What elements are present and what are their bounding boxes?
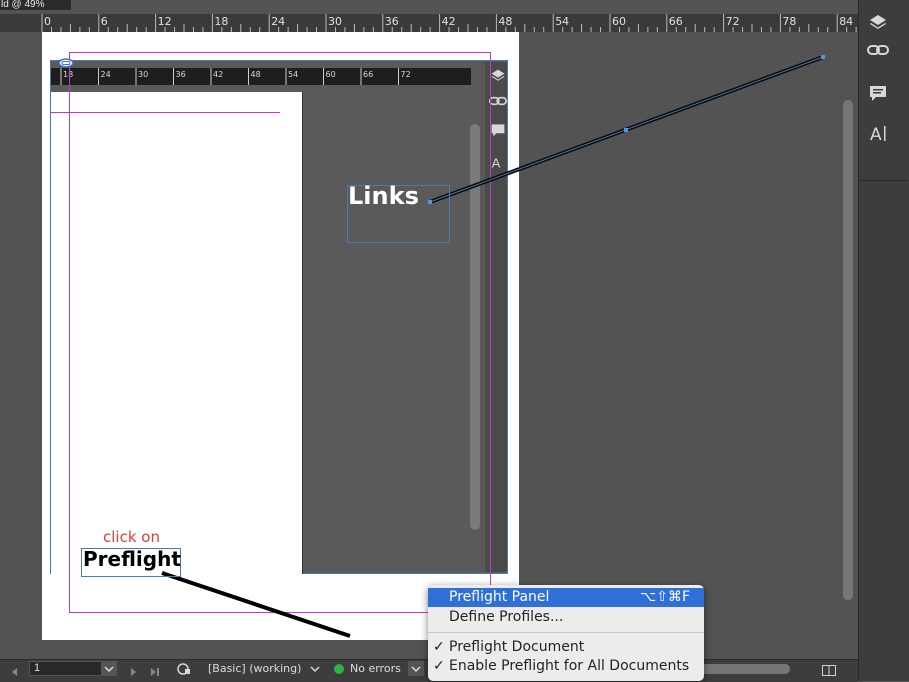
menu-item-check: ✓: [433, 639, 445, 655]
next-page-icon[interactable]: [130, 664, 138, 676]
profile-dropdown[interactable]: [309, 662, 321, 674]
page-dropdown-button[interactable]: [101, 661, 117, 676]
menu-item-shortcut: ⌥⇧⌘F: [640, 589, 690, 605]
preflight-status-dot: [334, 664, 344, 674]
chevron-down-icon: [104, 666, 114, 673]
split-view-icon[interactable]: [822, 663, 836, 676]
links-label: Links: [348, 182, 419, 210]
first-page-icon[interactable]: [10, 664, 18, 676]
menu-item-preflight-panel[interactable]: Preflight Panel ⌥⇧⌘F: [428, 588, 704, 607]
menu-item-check: ✓: [433, 658, 445, 674]
chevron-down-icon: [411, 666, 421, 673]
menu-item-preflight-document[interactable]: ✓ Preflight Document: [428, 638, 704, 657]
menu-item-label: Enable Preflight for All Documents: [449, 658, 690, 674]
preflight-label: Preflight: [83, 547, 181, 571]
menu-separator: [428, 632, 704, 633]
menu-item-label: Preflight Panel: [449, 589, 550, 605]
preflight-callout-line: [161, 571, 351, 638]
callout-lines: [161, 55, 825, 638]
preflight-profile: [Basic] (working): [208, 662, 302, 675]
callout-anchor-mid: [624, 128, 628, 132]
last-page-icon[interactable]: [150, 664, 160, 676]
menu-item-label: Preflight Document: [449, 639, 585, 655]
menu-item-define-profiles[interactable]: Define Profiles...: [428, 608, 704, 627]
chevron-down-icon: [310, 666, 320, 673]
callout-anchor-end: [821, 55, 825, 59]
menu-item-enable-preflight-all[interactable]: ✓ Enable Preflight for All Documents: [428, 657, 704, 676]
preflight-menu: Preflight Panel ⌥⇧⌘F Define Profiles... …: [428, 585, 704, 681]
preflight-menu-button[interactable]: [408, 661, 424, 676]
horizontal-scroll-thumb[interactable]: [690, 664, 790, 674]
page-options-icon[interactable]: [176, 662, 192, 676]
click-on-annotation: click on: [103, 528, 160, 546]
menu-item-label: Define Profiles...: [449, 609, 564, 625]
preflight-status: No errors: [350, 662, 401, 675]
